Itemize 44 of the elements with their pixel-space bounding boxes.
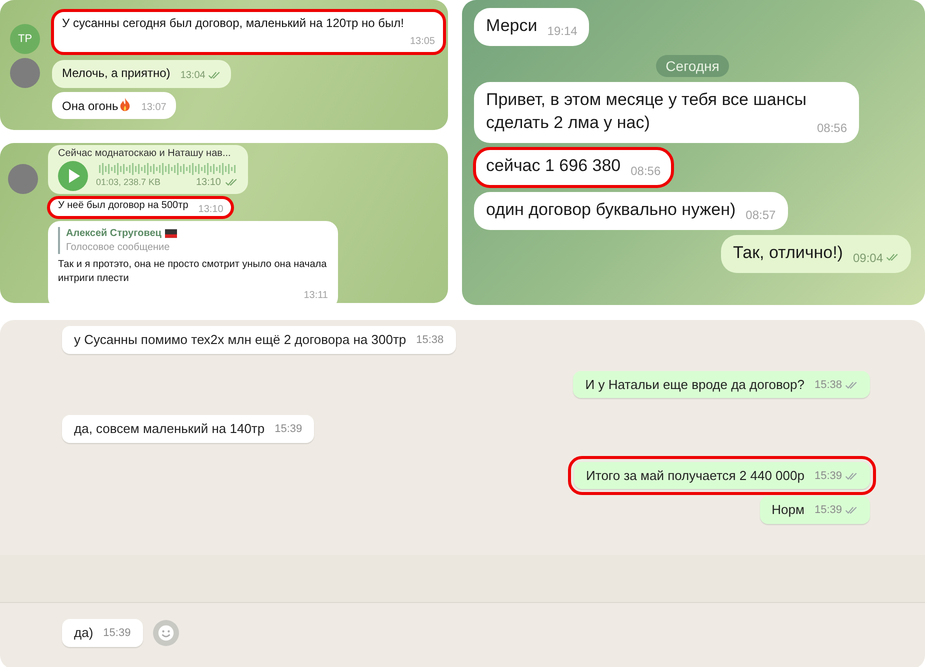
message-time: 09:04 (852, 250, 883, 266)
voice-duration: 01:03, 238.7 KB (96, 176, 162, 189)
message-time: 13:11 (304, 289, 328, 302)
message-time: 15:38 (416, 334, 444, 348)
quote-text: Голосовое сообщение (66, 240, 171, 254)
message-time: 13:05 (410, 35, 435, 49)
message-time: 13:04 (180, 69, 206, 83)
avatar-photo (10, 58, 40, 88)
message-text: У неё был договор на 500тр (58, 200, 188, 210)
message-time: 08:56 (630, 163, 661, 180)
message-time: 13:07 (141, 100, 166, 114)
message-text: сейчас 1 696 380 (486, 156, 621, 176)
message-time: 19:14 (547, 23, 578, 40)
message-text: да, совсем маленький на 140тр (74, 421, 265, 436)
message-text: Привет, в этом месяце у тебя все шансы сделать 2 лма у нас) (486, 90, 806, 132)
emoji-reaction-button[interactable] (152, 620, 179, 646)
message-time: 08:57 (746, 206, 776, 223)
message-text: да) (74, 624, 94, 640)
message-text: Так и я протэто, она не просто смотрит уныло она начала интриги плести (58, 258, 328, 285)
avatar-photo (8, 164, 38, 194)
date-chip: Сегодня (656, 55, 730, 78)
message-time: 13:10 (196, 176, 221, 190)
message-text: Мерси (486, 16, 538, 35)
message-time: 15:39 (814, 470, 842, 483)
waveform-icon (96, 162, 236, 176)
message-time: 15:39 (814, 504, 842, 518)
message-time: 08:56 (816, 120, 847, 136)
message-text: Она огонь (62, 98, 118, 113)
message-time: 15:38 (814, 378, 842, 392)
avatar: ТР (10, 24, 40, 54)
message-text: у Сусанны помимо тех2х млн ещё 2 договора на 300тр (74, 332, 406, 347)
quote-sender: Алексей Струговец (66, 227, 162, 240)
message-time: 15:39 (103, 626, 131, 640)
message-text: Так, отлично!) (733, 242, 843, 262)
message-time: 13:10 (198, 202, 224, 216)
message-text: один договор буквально нужен) (486, 200, 736, 218)
message-text: И у Натальи еще вроде да договор? (585, 376, 804, 392)
message-text: Мелочь, а приятно) (62, 66, 170, 80)
message-caption: Сейчас моднатоскаю и Наташу нав... (58, 147, 232, 160)
message-text: Итого за май получается 2 440 000р (586, 468, 804, 483)
message-text: У сусанны сегодня был договор, маленький на 120тр но был! (62, 16, 404, 30)
message-text: Норм (772, 502, 804, 518)
play-button[interactable] (58, 160, 88, 190)
message-time: 15:39 (274, 423, 302, 436)
